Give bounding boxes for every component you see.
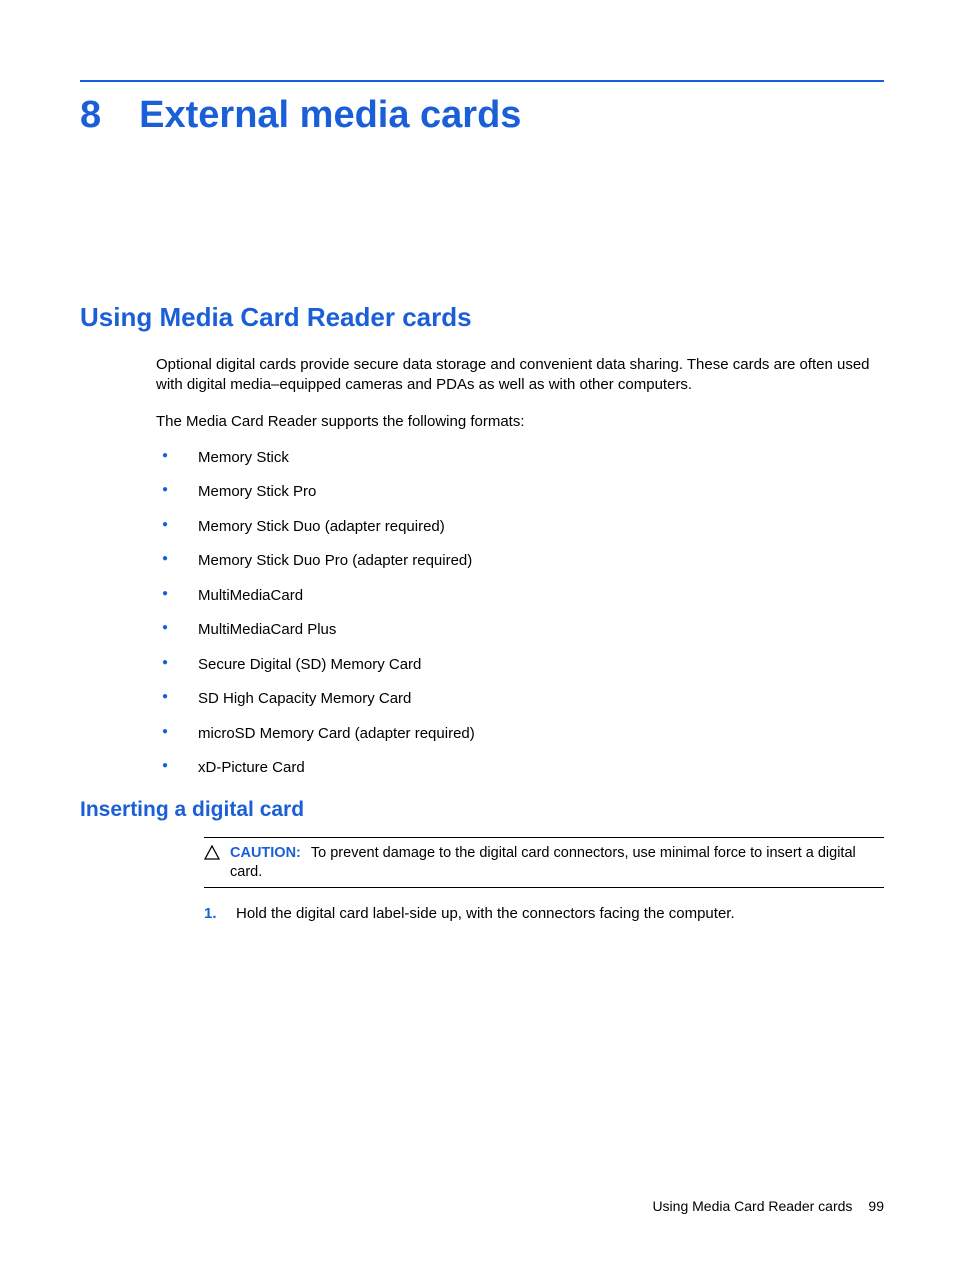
page-footer: Using Media Card Reader cards 99 xyxy=(652,1198,884,1214)
subsection-body: CAUTION:To prevent damage to the digital… xyxy=(156,837,884,925)
list-item: microSD Memory Card (adapter required) xyxy=(156,724,884,744)
steps-list: 1. Hold the digital card label-side up, … xyxy=(204,904,884,924)
chapter-title: External media cards xyxy=(139,94,521,137)
step-number: 1. xyxy=(204,904,222,924)
footer-section-title: Using Media Card Reader cards xyxy=(652,1198,852,1214)
list-item: SD High Capacity Memory Card xyxy=(156,689,884,709)
footer-page-number: 99 xyxy=(868,1198,884,1214)
list-item: Memory Stick Duo Pro (adapter required) xyxy=(156,551,884,571)
caution-box: CAUTION:To prevent damage to the digital… xyxy=(204,837,884,889)
list-item: xD-Picture Card xyxy=(156,758,884,778)
caution-label: CAUTION: xyxy=(230,845,301,861)
caution-icon xyxy=(204,845,220,866)
formats-list: Memory Stick Memory Stick Pro Memory Sti… xyxy=(156,448,884,778)
list-item: Memory Stick xyxy=(156,448,884,468)
list-item: MultiMediaCard Plus xyxy=(156,620,884,640)
section-body: Optional digital cards provide secure da… xyxy=(156,355,884,778)
list-item: Secure Digital (SD) Memory Card xyxy=(156,655,884,675)
step-text: Hold the digital card label-side up, wit… xyxy=(236,904,735,924)
chapter-heading: 8 External media cards xyxy=(80,94,884,137)
section-heading-media-card-reader: Using Media Card Reader cards xyxy=(80,302,884,333)
list-item: Memory Stick Pro xyxy=(156,482,884,502)
caution-content: CAUTION:To prevent damage to the digital… xyxy=(230,844,884,882)
subsection-heading-inserting: Inserting a digital card xyxy=(80,798,884,822)
intro-paragraph-1: Optional digital cards provide secure da… xyxy=(156,355,884,396)
caution-text: To prevent damage to the digital card co… xyxy=(230,845,856,880)
chapter-rule xyxy=(80,80,884,82)
list-item: MultiMediaCard xyxy=(156,586,884,606)
intro-paragraph-2: The Media Card Reader supports the follo… xyxy=(156,412,884,432)
step-item: 1. Hold the digital card label-side up, … xyxy=(204,904,884,924)
list-item: Memory Stick Duo (adapter required) xyxy=(156,517,884,537)
chapter-number: 8 xyxy=(80,94,101,137)
